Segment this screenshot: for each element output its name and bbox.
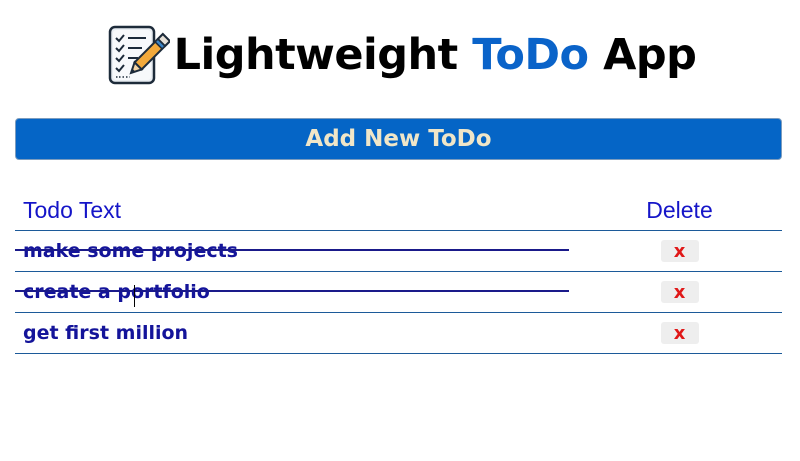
title-accent: ToDo	[472, 30, 589, 80]
app-header: Lightweight ToDo App	[0, 20, 800, 90]
title-part1: Lightweight	[173, 30, 473, 80]
strikethrough-line	[15, 290, 569, 292]
strikethrough-line	[15, 249, 569, 251]
text-cursor	[134, 285, 135, 307]
table-header-row: Todo Text Delete	[15, 190, 782, 231]
notepad-pencil-icon	[108, 25, 170, 85]
todo-item-text[interactable]: create a portfolio	[23, 281, 615, 303]
delete-button[interactable]: x	[660, 281, 699, 303]
delete-button[interactable]: x	[660, 322, 699, 344]
todo-item-text[interactable]: make some projects	[23, 240, 615, 262]
table-row: create a portfolio x	[15, 272, 782, 313]
add-new-todo-button[interactable]: Add New ToDo	[15, 118, 782, 160]
todo-table: Todo Text Delete make some projects x cr…	[15, 190, 782, 354]
table-row: get first million x	[15, 313, 782, 354]
todo-text-header: Todo Text	[23, 196, 122, 223]
app-title: Lightweight ToDo App	[174, 30, 697, 80]
delete-header: Delete	[646, 196, 713, 223]
title-part2: App	[588, 30, 697, 80]
delete-button[interactable]: x	[660, 240, 699, 262]
todo-item-text[interactable]: get first million	[23, 322, 615, 344]
table-row: make some projects x	[15, 231, 782, 272]
